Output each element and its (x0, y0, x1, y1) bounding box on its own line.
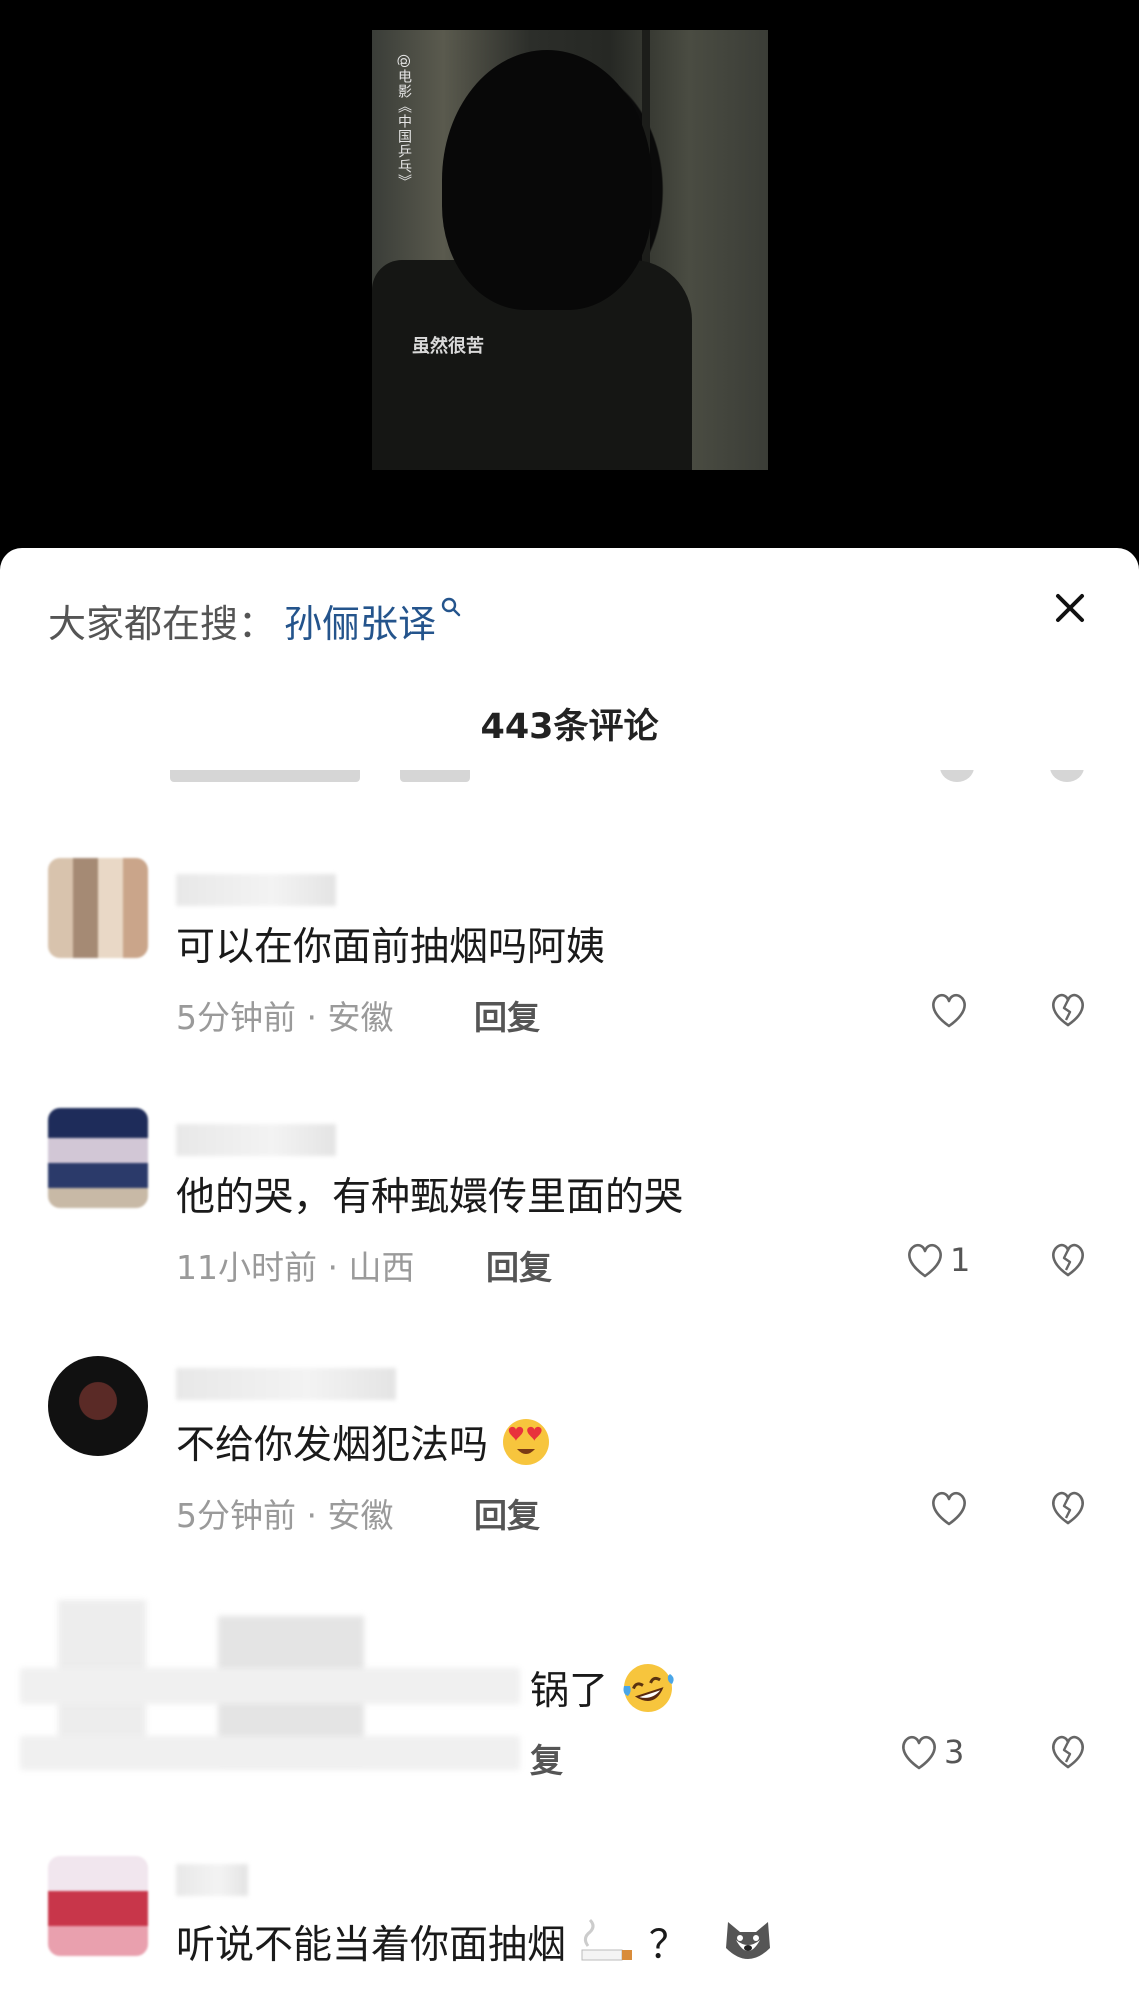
video-subtitle: 虽然很苦 (412, 336, 484, 357)
cigarette-emoji (581, 1918, 633, 1961)
avatar[interactable] (48, 1356, 148, 1456)
comments-sheet: 大家都在搜： 孙俪张译 443条评论 可以在你面前抽烟吗阿姨 5分钟前 · 安徽… (0, 548, 1139, 1991)
laugh-cry-emoji (623, 1664, 675, 1712)
search-icon (441, 597, 461, 617)
reply-button[interactable]: 复 (530, 1734, 563, 1782)
username[interactable] (176, 1368, 396, 1400)
like-count: 3 (944, 1733, 965, 1771)
avatar[interactable] (48, 858, 148, 958)
clipped-comment-row (170, 770, 1090, 792)
broken-heart-icon[interactable] (1048, 1488, 1088, 1528)
comment-item: 听说不能当着你面抽烟 ？ (0, 1856, 1139, 1991)
like-button[interactable] (928, 990, 974, 1030)
username[interactable] (176, 874, 336, 906)
comment-text: 不给你发烟犯法吗 (176, 1414, 552, 1470)
comment-meta: 5分钟前 · 安徽 (176, 998, 394, 1037)
trending-search-term[interactable]: 孙俪张译 (284, 593, 436, 648)
comment-item: 可以在你面前抽烟吗阿姨 5分钟前 · 安徽 回复 (0, 858, 1139, 1078)
video-watermark: @电影《中国乒乓》 (396, 54, 412, 189)
video-frame[interactable]: @电影《中国乒乓》 虽然很苦 (372, 30, 768, 470)
like-button[interactable]: 1 (904, 1240, 970, 1280)
comment-meta: 5分钟前 · 安徽 (176, 1496, 394, 1535)
dog-emoji (726, 1922, 771, 1959)
heart-icon (932, 993, 966, 1028)
like-button[interactable] (928, 1488, 974, 1528)
broken-heart-icon[interactable] (1048, 990, 1088, 1030)
redacted-text-band (20, 1668, 520, 1704)
comment-item: 不给你发烟犯法吗 5分钟前 · 安徽 回复 (0, 1356, 1139, 1576)
video-scene-person-head (442, 50, 652, 310)
heart-eyes-emoji (503, 1419, 550, 1465)
comment-text-body: 不给你发烟犯法吗 (176, 1423, 489, 1468)
comment-text-body: 锅了 (530, 1669, 609, 1714)
heart-icon (932, 1491, 966, 1526)
redacted-meta-band (20, 1736, 520, 1770)
like-button[interactable]: 3 (898, 1732, 964, 1772)
broken-heart-icon[interactable] (1048, 1732, 1088, 1772)
trending-search-prefix: 大家都在搜： (48, 601, 277, 646)
avatar[interactable] (48, 1108, 148, 1208)
comment-meta: 11小时前 · 山西 (176, 1248, 415, 1287)
username[interactable] (176, 1124, 336, 1156)
heart-icon (902, 1735, 936, 1770)
avatar[interactable] (48, 1856, 148, 1956)
close-icon[interactable] (1050, 588, 1090, 628)
comment-text-suffix: ？ (648, 1923, 688, 1968)
comment-item: 锅了 复 3 (0, 1600, 1139, 1840)
comment-text: 锅了 (530, 1660, 676, 1716)
comment-text: 可以在你面前抽烟吗阿姨 (176, 925, 606, 970)
reply-button[interactable]: 回复 (474, 991, 540, 1039)
trending-search[interactable]: 大家都在搜： 孙俪张译 (48, 597, 462, 646)
reply-button[interactable]: 回复 (474, 1489, 540, 1537)
comment-item: 他的哭，有种甄嬛传里面的哭 11小时前 · 山西 回复 1 (0, 1108, 1139, 1328)
comments-count: 443条评论 (480, 707, 659, 747)
username[interactable] (176, 1864, 248, 1896)
video-area[interactable]: @电影《中国乒乓》 虽然很苦 (0, 0, 1139, 550)
reply-button[interactable]: 回复 (486, 1241, 552, 1289)
comment-text: 听说不能当着你面抽烟 ？ (176, 1914, 776, 1970)
broken-heart-icon[interactable] (1048, 1240, 1088, 1280)
heart-icon (908, 1243, 942, 1278)
like-count: 1 (950, 1241, 971, 1279)
comment-text-body: 听说不能当着你面抽烟 (176, 1923, 567, 1968)
comment-text: 他的哭，有种甄嬛传里面的哭 (176, 1175, 684, 1220)
